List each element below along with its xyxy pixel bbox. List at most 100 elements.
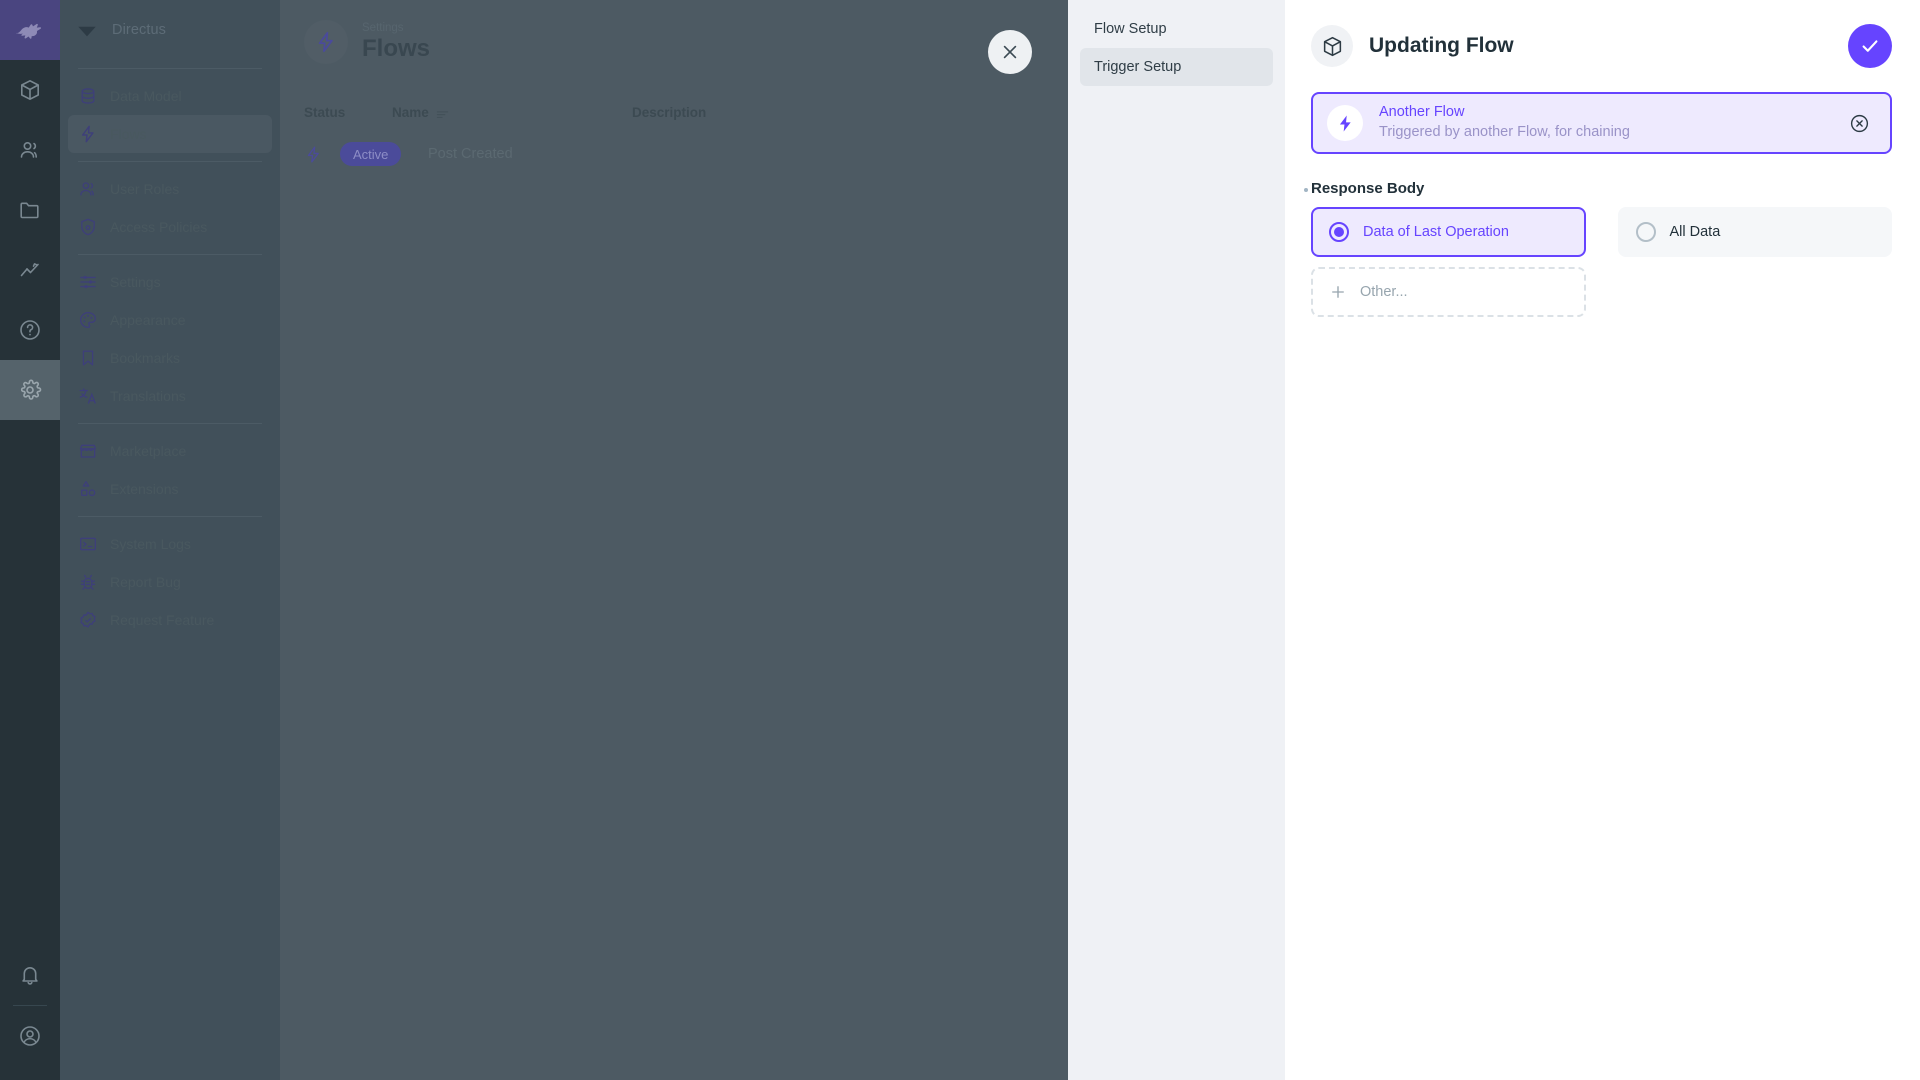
sidebar-item-settings[interactable]: Settings [68, 263, 272, 301]
sidebar-group-0: Data Model Flows [60, 77, 280, 153]
name-cell: Post Created [428, 146, 513, 162]
sidebar-item-label: User Roles [110, 181, 180, 197]
sidebar-item-label: Data Model [110, 88, 182, 104]
settings-sidebar: Directus Data Model Flows User Roles Acc… [60, 0, 280, 1080]
trigger-card-text: Another Flow Triggered by another Flow, … [1379, 103, 1833, 142]
sidebar-item-label: Appearance [110, 312, 186, 328]
radio-option-all-data[interactable]: All Data [1617, 207, 1892, 257]
folder-icon [18, 198, 42, 222]
directus-app: Directus Data Model Flows User Roles Acc… [0, 0, 1920, 1080]
radio-option-label: Data of Last Operation [1363, 224, 1509, 240]
table-header-row: Status Name Description [304, 96, 1044, 128]
badge-check-icon [78, 610, 98, 630]
column-header-name[interactable]: Name [392, 105, 632, 120]
sidebar-item-extensions[interactable]: Extensions [68, 470, 272, 508]
column-header-description[interactable]: Description [632, 105, 872, 120]
people-icon [18, 138, 42, 162]
radio-selected-icon [1329, 222, 1349, 242]
close-circle-icon[interactable] [1849, 113, 1870, 134]
box-icon [1311, 25, 1353, 67]
account[interactable] [0, 1006, 60, 1066]
add-other-option-button[interactable]: Other... [1311, 267, 1586, 317]
docs-module[interactable] [0, 300, 60, 360]
database-icon [78, 86, 98, 106]
save-button[interactable] [1848, 24, 1892, 68]
other-option-label: Other... [1360, 284, 1408, 300]
gear-icon [18, 378, 42, 402]
sidebar-divider [78, 516, 262, 517]
extensions-icon [78, 479, 98, 499]
sidebar-item-report-bug[interactable]: Report Bug [68, 563, 272, 601]
storefront-icon [78, 441, 98, 461]
updating-flow-drawer: Updating Flow Another Flow Triggered by … [1285, 0, 1920, 1080]
settings-module[interactable] [0, 360, 60, 420]
sidebar-item-label: Request Feature [110, 612, 215, 628]
close-drawer-button[interactable] [988, 30, 1032, 74]
sidebar-group-4: System Logs Report Bug Request Feature [60, 525, 280, 639]
sidebar-brand: Directus [60, 0, 280, 60]
column-header-name-label: Name [392, 104, 429, 120]
sidebar-item-label: Flows [110, 126, 147, 142]
directus-mark-icon [76, 19, 98, 41]
breadcrumb[interactable]: Settings [362, 22, 430, 34]
radio-unselected-icon [1635, 222, 1656, 242]
drawer-nav-panel: Flow Setup Trigger Setup [1068, 0, 1285, 1080]
sort-icon[interactable] [436, 108, 449, 119]
sidebar-item-label: System Logs [110, 536, 191, 552]
radio-option-label: All Data [1669, 224, 1721, 240]
page-title: Flows [362, 35, 431, 63]
trigger-card[interactable]: Another Flow Triggered by another Flow, … [1311, 92, 1892, 154]
sliders-icon [78, 272, 98, 292]
insights-module[interactable] [0, 240, 60, 300]
bolt-icon [1327, 105, 1363, 141]
sidebar-divider [78, 254, 262, 255]
content-module[interactable] [0, 60, 60, 120]
users-module[interactable] [0, 120, 60, 180]
column-header-status[interactable]: Status [304, 105, 392, 120]
terminal-icon [78, 534, 98, 554]
bug-icon [78, 572, 98, 592]
bolt-icon [304, 20, 348, 64]
sidebar-item-translations[interactable]: Translations [68, 377, 272, 415]
sidebar-item-access-policies[interactable]: Access Policies [68, 208, 272, 246]
sidebar-group-2: Settings Appearance Bookmarks Translatio… [60, 263, 280, 415]
sidebar-item-data-model[interactable]: Data Model [68, 77, 272, 115]
sidebar-item-user-roles[interactable]: User Roles [68, 170, 272, 208]
sidebar-item-bookmarks[interactable]: Bookmarks [68, 339, 272, 377]
sidebar-item-appearance[interactable]: Appearance [68, 301, 272, 339]
notifications[interactable] [0, 945, 60, 1005]
account-circle-icon [18, 1024, 42, 1048]
trigger-subtitle: Triggered by another Flow, for chaining [1379, 124, 1630, 140]
status-badge: Active [340, 142, 402, 166]
sidebar-item-label: Access Policies [110, 219, 208, 235]
sidebar-item-request-feature[interactable]: Request Feature [68, 601, 272, 639]
drawer-title: Updating Flow [1369, 34, 1514, 57]
drawer-nav-item-flow-setup[interactable]: Flow Setup [1080, 10, 1273, 48]
page-header: Settings Flows [280, 0, 1068, 64]
sidebar-group-3: Marketplace Extensions [60, 432, 280, 508]
sidebar-item-label: Settings [110, 274, 161, 290]
flows-page: Settings Flows Status Name Description A… [280, 0, 1068, 1080]
bookmark-icon [78, 348, 98, 368]
response-body-options: Data of Last Operation All Data Other... [1311, 207, 1892, 317]
response-body-label: Response Body [1304, 180, 1892, 197]
flows-table: Status Name Description Active Post Crea… [280, 64, 1068, 180]
translate-icon [78, 386, 98, 406]
bell-icon [18, 963, 42, 987]
sidebar-item-system-logs[interactable]: System Logs [68, 525, 272, 563]
sidebar-item-marketplace[interactable]: Marketplace [68, 432, 272, 470]
directus-rabbit-logo[interactable] [0, 0, 60, 60]
sidebar-item-flows[interactable]: Flows [68, 115, 272, 153]
chart-line-icon [18, 258, 42, 282]
drawer-header: Updating Flow [1285, 0, 1920, 92]
drawer-body: Another Flow Triggered by another Flow, … [1285, 92, 1920, 317]
sidebar-divider [78, 68, 262, 69]
files-module[interactable] [0, 180, 60, 240]
plus-icon [1329, 283, 1347, 301]
bolt-icon [78, 124, 98, 144]
trigger-title: Another Flow [1379, 104, 1465, 121]
sidebar-item-label: Report Bug [110, 574, 181, 590]
radio-option-data-of-last-operation[interactable]: Data of Last Operation [1311, 207, 1586, 257]
table-row[interactable]: Active Post Created [304, 128, 1044, 180]
drawer-nav-item-trigger-setup[interactable]: Trigger Setup [1080, 48, 1273, 86]
